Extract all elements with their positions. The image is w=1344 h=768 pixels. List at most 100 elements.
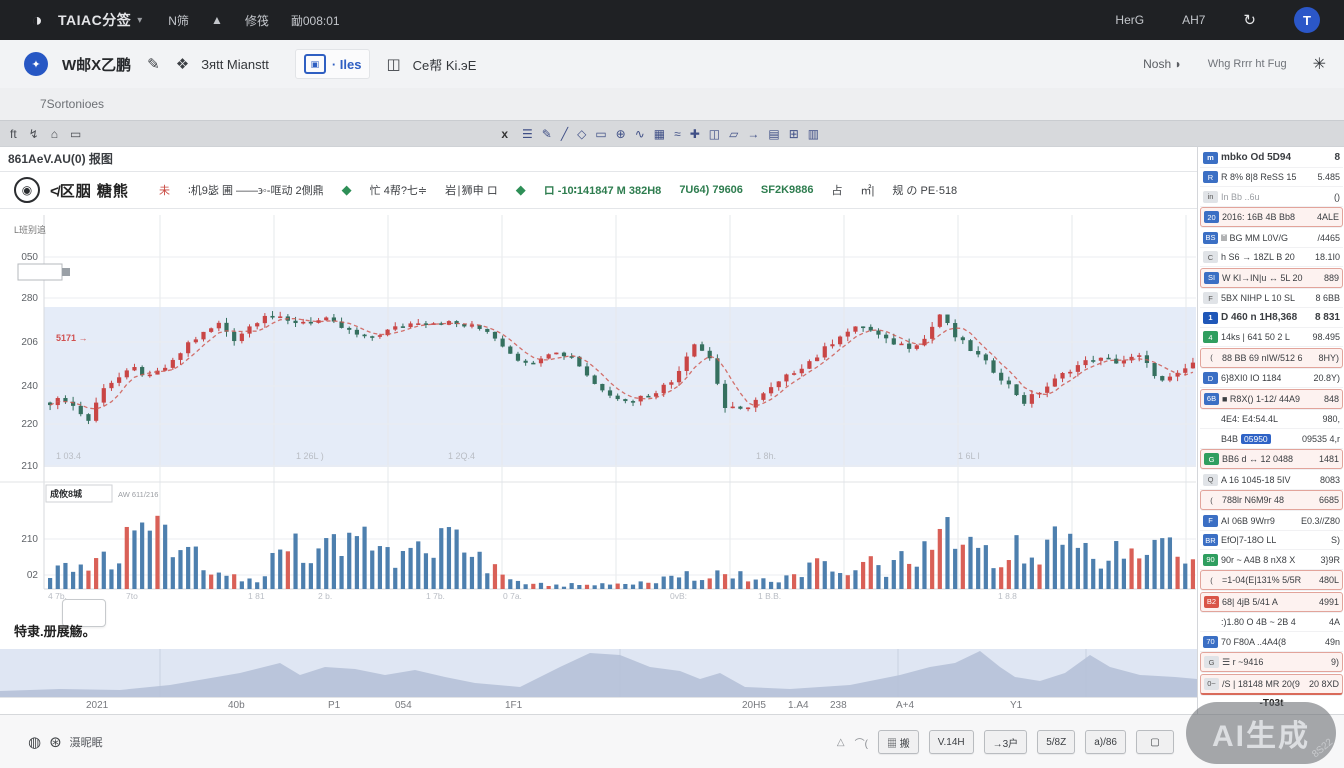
close-icon[interactable]: x (501, 127, 508, 141)
toolbar-option-label[interactable]: Ce帮 Ki.эE (413, 55, 477, 74)
drawing-tool-icon[interactable]: ▤ (768, 127, 779, 141)
toolbar-right-group: Nosh ◗ Whg Rrrr ht Fug ✳ (1143, 54, 1326, 74)
drawing-tool-icon[interactable]: ∿ (635, 127, 645, 141)
list-item[interactable]: inIn Bb ..6u() (1200, 188, 1343, 206)
row-text: 2016: 16B 4B Bb8 (1222, 212, 1295, 222)
status-right-buttons: △⌒(▦ 搬V.14H→3户5/8Za)/86▢ (837, 730, 1174, 754)
avatar[interactable]: T (1294, 7, 1320, 33)
list-item[interactable]: (88 BB 69 nIW/512 68HY) (1200, 348, 1343, 368)
list-item[interactable]: 414ks | 641 50 2 L98.495 (1200, 328, 1343, 346)
menu-item[interactable]: 修筏 (245, 12, 269, 29)
drawing-tool-icon[interactable]: ▱ (729, 127, 738, 141)
view-mode-segment[interactable]: ▣ · Iles (295, 49, 371, 79)
navigator-title: 特隶.册展觞。 (14, 621, 96, 640)
stock-quote-value: ◆ (342, 182, 352, 198)
list-item[interactable]: (=1-04(E|131% 5/5R480L (1200, 570, 1343, 590)
stock-code-chip[interactable]: 05950 (1241, 434, 1271, 444)
stamp-icon[interactable]: ❖ (176, 55, 189, 73)
svg-text:1 B.B.: 1 B.B. (758, 591, 781, 601)
list-item[interactable]: 6B■ R8X() 1-12/ 44A9848 (1200, 389, 1343, 409)
range-navigator[interactable] (0, 649, 1197, 697)
status-button[interactable]: 5/8Z (1037, 730, 1075, 754)
row-value: () (1331, 192, 1340, 202)
list-item[interactable]: B268| 4jB 5/41 A4991 (1200, 592, 1343, 612)
link-icon[interactable]: ⊛ (49, 733, 62, 751)
menu-item[interactable]: 勔008:01 (291, 12, 340, 29)
drawing-tool-icon[interactable]: ≈ (674, 127, 681, 141)
row-badge-icon: BS (1203, 232, 1218, 244)
refresh-icon[interactable]: ↻ (1243, 11, 1256, 29)
drawing-tool-icon[interactable]: ◇ (577, 127, 586, 141)
workspace-icon[interactable]: ✦ (24, 52, 48, 76)
status-button[interactable]: →3户 (984, 730, 1028, 754)
drawing-tool-icon[interactable]: ☰ (522, 127, 533, 141)
strip-icon[interactable]: ↯ (29, 127, 39, 141)
status-button[interactable]: ▦ 搬 (878, 730, 919, 754)
drawing-tool-icon[interactable]: ◫ (709, 127, 720, 141)
list-item[interactable]: G☰ r ~94169) (1200, 652, 1343, 672)
svg-text:1 2Q.4: 1 2Q.4 (448, 451, 475, 461)
notifications-button[interactable]: Nosh ◗ (1143, 57, 1182, 71)
strip-icon[interactable]: ⌂ (51, 127, 58, 141)
top-link[interactable]: HerG (1115, 13, 1144, 27)
workspace-title: W邮X乙鹏 (62, 54, 131, 75)
drawing-tool-icon[interactable]: ▥ (808, 127, 819, 141)
list-item[interactable]: mmbko Od 5D948 (1200, 149, 1343, 167)
svg-text:7to: 7to (126, 591, 138, 601)
row-value: 8 831 (1312, 312, 1340, 323)
status-button[interactable]: a)/86 (1085, 730, 1126, 754)
timeline-label: 054 (395, 700, 412, 711)
list-item[interactable]: F5BX NIHP L 10 SL8 6BB (1200, 289, 1343, 307)
list-item[interactable]: FAI 06B 9Wrr9E0.3//Z80 (1200, 512, 1343, 530)
strip-icon[interactable]: ft (10, 127, 17, 141)
candlestick-chart[interactable]: 050280206240220210210021 03.41 26L )1 2Q… (0, 207, 1197, 617)
list-item[interactable]: SIW Kl→IN|u ↔ 5L 20889 (1200, 268, 1343, 288)
list-item[interactable]: 7070 F80A ..4A4(849n (1200, 633, 1343, 651)
list-item[interactable]: 9090r ~ A4B 8 nX8 X3}9R (1200, 551, 1343, 569)
list-item[interactable]: (788lr N6M9r 486685 (1200, 490, 1343, 510)
globe-icon[interactable]: ◍ (28, 733, 41, 751)
breadcrumb[interactable]: 7Sortonioes (40, 97, 104, 111)
strip-icon[interactable]: ▭ (70, 127, 81, 141)
timeline-label: Y1 (1010, 700, 1022, 711)
list-item[interactable]: 1D 460 n 1H8,3688 831 (1200, 309, 1343, 327)
list-item[interactable]: 0~/S | 18148 MR 20(920 8XD (1200, 674, 1343, 695)
drawing-tool-icon[interactable]: ⊞ (789, 127, 799, 141)
list-item[interactable]: 4E4: E4:54.4L980, (1200, 410, 1343, 428)
stock-name[interactable]: ≮区胭 糖熊 (50, 180, 129, 201)
timeline-label: 1.A4 (788, 700, 809, 711)
status-button[interactable]: V.14H (929, 730, 974, 754)
list-item[interactable]: Ch S6 → 18ZL B 2018.1I0 (1200, 248, 1343, 266)
pen-icon[interactable]: ✎ (147, 55, 160, 73)
drawing-tool-icon[interactable]: ⊕ (616, 127, 626, 141)
row-text: 4E4: E4:54.4L (1221, 414, 1278, 424)
drawing-tool-icon[interactable]: ▭ (595, 127, 606, 141)
list-item[interactable]: GBB6 d ↔ 12 04881481 (1200, 449, 1343, 469)
app-logo-icon[interactable]: ◑ (26, 9, 48, 31)
menu-item[interactable]: N筛 (168, 12, 189, 29)
list-item[interactable]: BREfO|7-18O LLS) (1200, 531, 1343, 549)
list-item[interactable]: BSlil BG MM L0V/G/4465 (1200, 229, 1343, 247)
list-item[interactable]: B4B0595009535 4,r (1200, 430, 1343, 448)
list-item[interactable]: QA 16 1045-18 5IV8083 (1200, 471, 1343, 489)
row-text: :)1.80 O 4B ~ 2B 4 (1221, 617, 1296, 627)
row-text: mbko Od 5D94 (1221, 152, 1291, 163)
chart-view-icon[interactable]: ◫ (386, 55, 400, 73)
menu-item[interactable]: ▲ (211, 13, 223, 27)
list-item[interactable]: 202016: 16B 4B Bb84ALE (1200, 207, 1343, 227)
top-link[interactable]: AH7 (1182, 13, 1205, 27)
row-text: BB6 d ↔ 12 0488 (1222, 454, 1293, 464)
row-badge-icon: F (1203, 292, 1218, 304)
row-badge-icon: BR (1203, 534, 1218, 546)
drawing-tool-icon[interactable]: → (747, 127, 759, 141)
list-item[interactable]: D6}8XI0 IO 118420.8Y) (1200, 369, 1343, 387)
drawing-tool-icon[interactable]: ✚ (690, 127, 700, 141)
list-item[interactable]: RR 8% 8|8 ReSS 155.485 (1200, 168, 1343, 186)
list-item[interactable]: :)1.80 O 4B ~ 2B 44A (1200, 613, 1343, 631)
drawing-tool-icon[interactable]: ✎ (542, 127, 552, 141)
chevron-down-icon[interactable]: ▾ (137, 15, 142, 26)
status-button[interactable]: ▢ (1136, 730, 1174, 754)
drawing-tool-icon[interactable]: ╱ (561, 127, 568, 141)
drawing-tool-icon[interactable]: ▦ (654, 127, 665, 141)
svg-text:成攸8城: 成攸8城 (50, 488, 82, 499)
